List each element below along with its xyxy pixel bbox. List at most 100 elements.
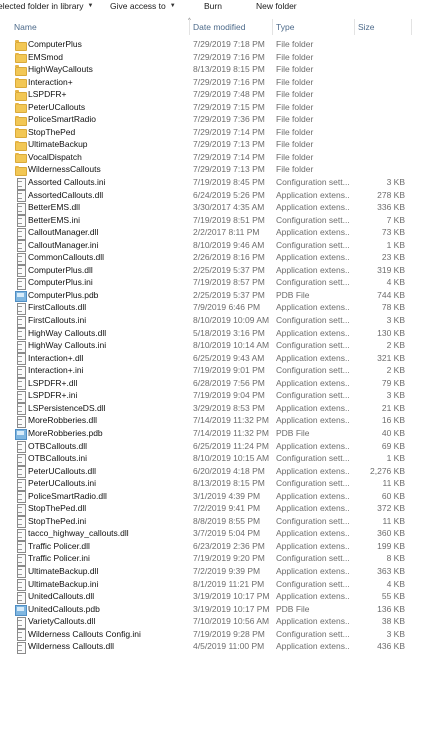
file-row[interactable]: Wilderness Callouts Config.ini 7/19/2019 … (0, 628, 430, 642)
file-type: Application extens... (276, 302, 350, 313)
file-size: 3 KB (386, 315, 405, 326)
file-row[interactable]: PoliceSmartRadio.dll 3/1/2019 4:39 PM Appl… (0, 490, 430, 504)
file-row[interactable]: MoreRobberies.dll 7/14/2019 11:32 PM Appli… (0, 414, 430, 428)
file-row[interactable]: PeterUCallouts 7/29/2019 7:15 PM File fold… (0, 101, 430, 114)
file-row[interactable]: BetterEMS.ini 7/19/2019 8:51 PM Configurat… (0, 214, 430, 228)
column-header-type[interactable]: Type (276, 20, 294, 34)
burn-label: Burn (204, 1, 222, 11)
file-row[interactable]: CalloutManager.dll 2/2/2017 8:11 PM Applic… (0, 226, 430, 240)
file-row[interactable]: LSPersistenceDS.dll 3/29/2019 8:53 PM Appl… (0, 402, 430, 416)
file-size: 199 KB (377, 540, 405, 551)
file-type: File folder (276, 51, 314, 62)
file-row[interactable]: CalloutManager.ini 8/10/2019 9:46 AM Confi… (0, 239, 430, 253)
file-type: Application extens... (276, 352, 350, 363)
file-size: 319 KB (377, 264, 405, 275)
file-type: Configuration sett... (276, 277, 350, 288)
file-row[interactable]: LSPDFR+.ini 7/19/2019 9:04 PM Configuratio… (0, 389, 430, 403)
file-name: HighWayCallouts (28, 64, 93, 75)
file-type: Application extens... (276, 402, 350, 413)
file-type: Application extens... (276, 465, 350, 476)
file-row[interactable]: UltimateBackup 7/29/2019 7:13 PM File fold… (0, 138, 430, 151)
file-row[interactable]: StopThePed.ini 8/8/2019 8:55 PM Configurat… (0, 515, 430, 529)
file-row[interactable]: Interaction+ 7/29/2019 7:16 PM File folder (0, 76, 430, 89)
column-divider[interactable] (189, 19, 190, 35)
file-type: Configuration sett... (276, 177, 350, 188)
column-header-date-modified[interactable]: Date modified (193, 20, 245, 34)
file-row[interactable]: ComputerPlus.dll 2/25/2019 5:37 PM Applica… (0, 264, 430, 278)
file-date-modified: 6/25/2019 9:43 AM (193, 352, 265, 363)
file-row[interactable]: LSPDFR+.dll 6/28/2019 7:56 PM Application … (0, 377, 430, 391)
folder-icon (15, 65, 27, 76)
file-row[interactable]: PeterUCallouts.ini 8/13/2019 8:15 PM Confi… (0, 477, 430, 491)
file-row[interactable]: VocalDispatch 7/29/2019 7:14 PM File folde… (0, 151, 430, 164)
file-row[interactable]: BetterEMS.dll 3/30/2017 4:35 AM Applicatio… (0, 201, 430, 215)
file-row[interactable]: EMSmod 7/29/2019 7:16 PM File folder (0, 51, 430, 64)
file-date-modified: 2/25/2019 5:37 PM (193, 289, 265, 300)
file-row[interactable]: OTBCallouts.dll 6/25/2019 11:24 PM Applica… (0, 440, 430, 453)
new-folder-button[interactable]: New folder (256, 0, 300, 12)
file-type: File folder (276, 114, 314, 125)
file-type: File folder (276, 101, 314, 112)
column-divider[interactable] (411, 19, 412, 35)
file-type: Application extens... (276, 440, 350, 451)
folder-icon (15, 140, 27, 151)
file-row[interactable]: PeterUCallouts.dll 6/20/2019 4:18 PM Appli… (0, 465, 430, 479)
dll-file-icon (15, 378, 26, 391)
file-row[interactable]: tacco_highway_callouts.dll 3/7/2019 5:04 … (0, 527, 430, 541)
file-row[interactable]: LSPDFR+ 7/29/2019 7:48 PM File folder (0, 88, 430, 101)
file-name: Interaction+ (28, 76, 73, 87)
file-row[interactable]: FirstCallouts.ini 8/10/2019 10:09 AM Confi… (0, 314, 430, 328)
column-header-name[interactable]: Name (14, 20, 37, 34)
file-row[interactable]: VarietyCallouts.dll 7/10/2019 10:56 AM App… (0, 615, 430, 629)
file-type: Configuration sett... (276, 515, 350, 526)
file-row[interactable]: Traffic Policer.dll 6/23/2019 2:36 PM Appl… (0, 540, 430, 554)
file-size: 3 KB (386, 628, 405, 639)
column-divider[interactable] (272, 19, 273, 35)
file-date-modified: 7/19/2019 8:45 PM (193, 177, 265, 188)
file-row[interactable]: UltimateBackup.ini 8/1/2019 11:21 PM Confi… (0, 578, 430, 592)
file-name: ComputerPlus (28, 39, 82, 49)
file-row[interactable]: OTBCallouts.ini 8/10/2019 10:15 AM Configu… (0, 452, 430, 466)
file-row[interactable]: ComputerPlus.ini 7/19/2019 8:57 PM Configu… (0, 276, 430, 290)
dll-file-icon (15, 491, 26, 504)
burn-button[interactable]: Burn (204, 0, 244, 12)
include-in-library-label: elected folder in library (0, 1, 84, 11)
file-row[interactable]: PoliceSmartRadio 7/29/2019 7:36 PM File fo… (0, 113, 430, 126)
config-file-icon (15, 215, 26, 228)
file-date-modified: 7/29/2019 7:48 PM (193, 89, 265, 100)
file-row[interactable]: FirstCallouts.dll 7/9/2019 6:46 PM Applica… (0, 301, 430, 315)
file-row[interactable]: StopThePed.dll 7/2/2019 9:41 PM Applicatio… (0, 502, 430, 516)
file-name: MoreRobberies.dll (28, 415, 97, 426)
file-row[interactable]: Wilderness Callouts.dll 4/5/2019 11:00 PM… (0, 640, 430, 654)
file-row[interactable]: Assorted Callouts.ini 7/19/2019 8:45 PM Co… (0, 176, 430, 190)
file-name: Wilderness Callouts.dll (28, 641, 114, 652)
include-in-library-button[interactable]: elected folder in library ▼ (0, 0, 104, 12)
give-access-to-button[interactable]: Give access to ▼ (110, 0, 188, 12)
file-row[interactable]: Traffic Policer.ini 7/19/2019 9:20 PM Conf… (0, 552, 430, 566)
file-row[interactable]: AssortedCallouts.dll 6/24/2019 5:26 PM App… (0, 189, 430, 203)
file-date-modified: 5/18/2019 3:16 PM (193, 327, 265, 338)
file-row[interactable]: HighWay Callouts.dll 5/18/2019 3:16 PM App… (0, 327, 430, 341)
file-row[interactable]: HighWay Callouts.ini 8/10/2019 10:14 AM Co… (0, 339, 430, 353)
file-date-modified: 8/13/2019 8:15 PM (193, 64, 265, 75)
file-row[interactable]: ComputerPlus.pdb 2/25/2019 5:37 PM PDB Fil… (0, 289, 430, 302)
config-file-icon (15, 390, 26, 403)
file-type: File folder (276, 139, 314, 150)
file-row[interactable]: Interaction+.dll 6/25/2019 9:43 AM Applica… (0, 352, 430, 366)
file-size (350, 76, 405, 89)
file-row[interactable]: HighWayCallouts 8/13/2019 8:15 PM File fol… (0, 63, 430, 76)
pdb-file-icon (15, 604, 27, 616)
file-row[interactable]: MoreRobberies.pdb 7/14/2019 11:32 PM PDB F… (0, 427, 430, 440)
column-header-size[interactable]: Size (358, 20, 375, 34)
file-row[interactable]: Interaction+.ini 7/19/2019 9:01 PM Configu… (0, 364, 430, 378)
file-name: PoliceSmartRadio.dll (28, 490, 107, 501)
file-row[interactable]: UnitedCallouts.pdb 3/19/2019 10:17 PM PDB … (0, 603, 430, 616)
file-row[interactable]: UltimateBackup.dll 7/2/2019 9:39 PM Applic… (0, 565, 430, 579)
file-row[interactable]: StopThePed 7/29/2019 7:14 PM File folder (0, 126, 430, 139)
column-divider[interactable] (354, 19, 355, 35)
file-row[interactable]: CommonCallouts.dll 2/26/2019 8:16 PM Appli… (0, 251, 430, 265)
file-type: PDB File (276, 289, 310, 300)
file-row[interactable]: UnitedCallouts.dll 3/19/2019 10:17 PM Appl… (0, 590, 430, 604)
file-row[interactable]: ComputerPlus 7/29/2019 7:18 PM File folder (0, 38, 430, 51)
file-row[interactable]: WildernessCallouts 7/29/2019 7:13 PM File … (0, 163, 430, 176)
